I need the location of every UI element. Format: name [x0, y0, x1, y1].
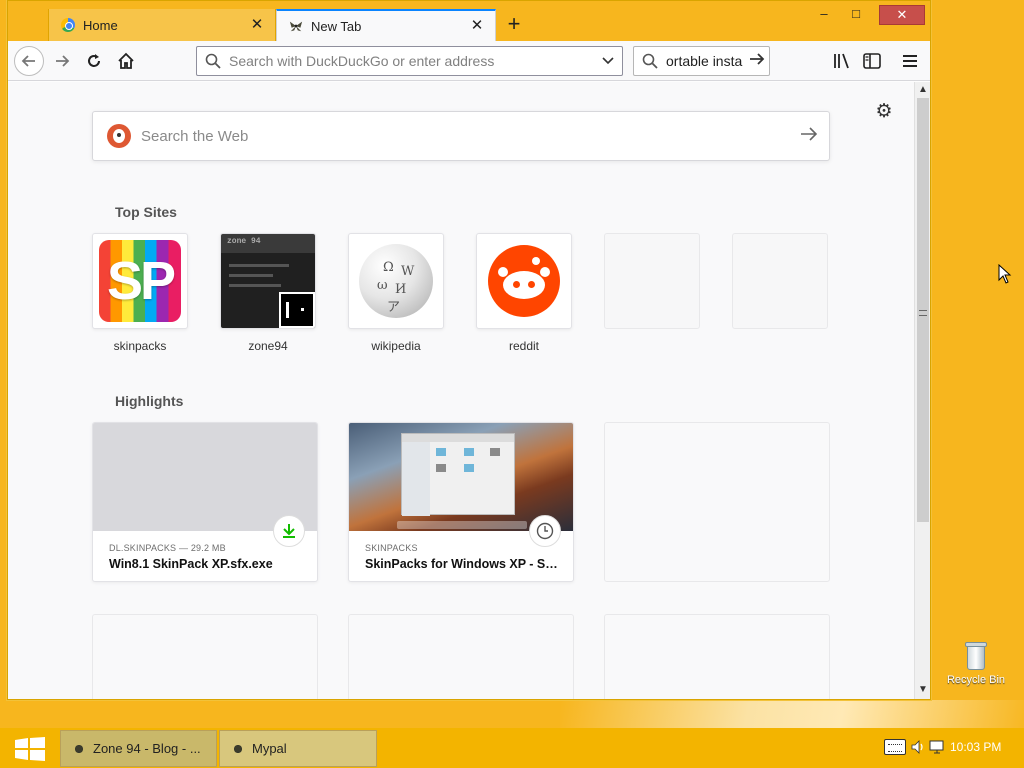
skinpacks-logo-icon: SP — [99, 240, 181, 322]
search-bar[interactable] — [633, 46, 770, 76]
menu-button[interactable] — [896, 47, 924, 75]
browser-window: Home ✕ New Tab ✕ + – □ ✕ Search with Duc… — [7, 0, 931, 700]
tab-label: New Tab — [311, 18, 362, 34]
mouse-pointer-icon — [998, 264, 1012, 284]
recycle-bin-icon — [964, 640, 988, 670]
close-tab-icon[interactable]: ✕ — [249, 17, 265, 33]
tab-label: Home — [83, 17, 118, 33]
reload-icon — [88, 54, 100, 67]
search-go-arrow-icon[interactable] — [745, 52, 769, 71]
highlight-card-empty[interactable] — [604, 614, 830, 699]
highlight-meta: DL.SKINPACKS — 29.2 MB — [109, 543, 226, 553]
top-site-skinpacks[interactable]: SP skinpacks — [92, 233, 188, 353]
top-site-label: zone94 — [248, 339, 288, 353]
moth-app-icon — [230, 740, 246, 757]
search-input[interactable] — [666, 53, 745, 69]
highlight-card-empty[interactable] — [604, 422, 830, 582]
download-icon — [273, 515, 305, 547]
top-site-wikipedia[interactable]: Ω W ω И ア wikipedia — [348, 233, 444, 353]
top-sites-heading: Top Sites — [115, 204, 177, 220]
top-site-label: wikipedia — [371, 339, 421, 353]
back-arrow-icon — [21, 55, 35, 67]
scroll-up-arrow-icon[interactable]: ▲ — [915, 82, 931, 98]
taskbar-item-mypal[interactable]: Mypal — [219, 730, 377, 767]
library-button[interactable] — [828, 47, 856, 75]
recycle-bin-label: Recycle Bin — [946, 674, 1006, 686]
keyboard-icon[interactable] — [884, 739, 906, 755]
vertical-scrollbar[interactable]: ▲ ▼ — [914, 82, 930, 699]
zone94-header-text: zone 94 — [227, 237, 261, 246]
search-icon — [205, 53, 221, 69]
gear-icon[interactable]: ⚙ — [874, 102, 894, 122]
web-search-arrow-icon[interactable] — [789, 126, 829, 147]
search-icon — [642, 53, 658, 69]
moth-favicon-icon — [289, 21, 303, 32]
top-site-tile[interactable]: Ω W ω И ア — [348, 233, 444, 329]
wikipedia-globe-icon: Ω W ω И ア — [359, 244, 433, 318]
top-site-zone94[interactable]: zone 94 zone94 — [220, 233, 316, 353]
taskbar-item-zone94[interactable]: Zone 94 - Blog - ... — [60, 730, 217, 767]
recycle-bin[interactable]: Recycle Bin — [940, 640, 1012, 686]
highlights-heading: Highlights — [115, 393, 184, 409]
taskbar-item-label: Mypal — [252, 741, 287, 756]
top-site-tile[interactable] — [476, 233, 572, 329]
top-site-tile[interactable]: zone 94 — [220, 233, 316, 329]
speaker-icon[interactable] — [910, 739, 926, 755]
tab-new-tab[interactable]: New Tab ✕ — [276, 9, 496, 41]
highlight-card-empty[interactable] — [348, 614, 574, 699]
address-bar[interactable] — [196, 46, 623, 76]
forward-arrow-icon — [56, 55, 70, 67]
network-icon[interactable] — [928, 739, 946, 755]
address-input[interactable] — [229, 53, 594, 69]
taskbar: Zone 94 - Blog - ... Mypal 10:03 PM — [0, 728, 1024, 768]
top-site-placeholder-tile[interactable] — [604, 233, 700, 329]
top-site-reddit[interactable]: reddit — [476, 233, 572, 353]
top-site-label: reddit — [508, 339, 540, 353]
reload-button[interactable] — [80, 47, 108, 75]
duckduckgo-logo-icon — [107, 124, 131, 148]
system-tray — [884, 736, 946, 758]
top-site-empty[interactable] — [604, 233, 700, 329]
reddit-alien-icon — [488, 245, 560, 317]
hamburger-menu-icon — [903, 55, 917, 67]
sidebar-toggle-button[interactable] — [858, 47, 886, 75]
clock[interactable]: 10:03 PM — [950, 740, 1001, 754]
nav-toolbar — [8, 41, 930, 81]
maximize-button[interactable]: □ — [836, 5, 876, 25]
highlight-card-skinpacks[interactable]: SKINPACKS SkinPacks for Windows XP - Ski… — [348, 422, 574, 582]
title-bar: Home ✕ New Tab ✕ + – □ ✕ — [8, 1, 930, 41]
highlight-card-download[interactable]: DL.SKINPACKS — 29.2 MB Win8.1 SkinPack X… — [92, 422, 318, 582]
new-tab-page: ⚙ Top Sites SP skinpacks zone 94 — [8, 82, 914, 699]
top-site-empty[interactable] — [732, 233, 828, 329]
highlight-title: Win8.1 SkinPack XP.sfx.exe — [109, 557, 273, 571]
highlight-title: SkinPacks for Windows XP - Ski... — [365, 557, 561, 571]
windows-start-icon[interactable] — [14, 737, 46, 761]
moth-app-icon — [71, 740, 87, 757]
home-icon — [118, 52, 134, 69]
clock-icon — [529, 515, 561, 547]
library-icon — [834, 53, 849, 69]
top-site-placeholder-tile[interactable] — [732, 233, 828, 329]
top-site-label: skinpacks — [113, 339, 167, 353]
home-tab-favicon-icon — [61, 18, 75, 32]
desktop-light-streak — [560, 700, 1024, 728]
top-site-tile[interactable]: SP — [92, 233, 188, 329]
web-search-input[interactable] — [141, 127, 789, 145]
taskbar-item-label: Zone 94 - Blog - ... — [93, 741, 201, 756]
zone94-badge-icon — [279, 292, 315, 328]
scroll-down-arrow-icon[interactable]: ▼ — [915, 682, 931, 698]
chevron-down-icon[interactable] — [594, 54, 622, 68]
close-window-button[interactable]: ✕ — [879, 5, 925, 25]
highlight-card-empty[interactable] — [92, 614, 318, 699]
back-button[interactable] — [14, 46, 44, 76]
sidebar-icon — [863, 53, 881, 69]
web-search-box[interactable] — [92, 111, 830, 161]
new-tab-plus-icon[interactable]: + — [502, 13, 526, 37]
scrollbar-grip — [919, 310, 927, 316]
forward-button[interactable] — [48, 47, 76, 75]
highlight-meta: SKINPACKS — [365, 543, 418, 553]
tab-home[interactable]: Home ✕ — [48, 9, 276, 41]
home-button[interactable] — [112, 47, 140, 75]
close-tab-icon[interactable]: ✕ — [469, 18, 485, 34]
